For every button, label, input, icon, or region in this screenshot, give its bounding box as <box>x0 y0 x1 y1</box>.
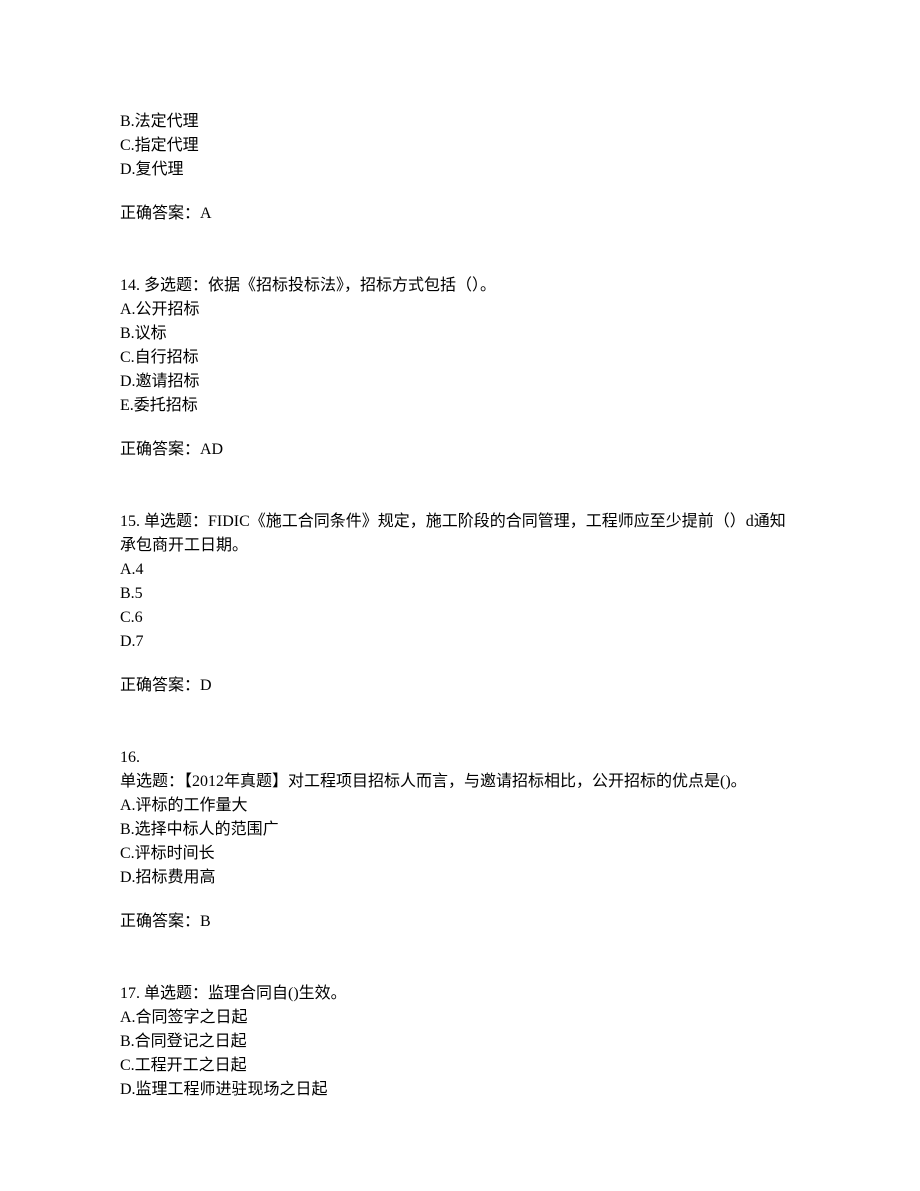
option-text: C.工程开工之日起 <box>120 1054 800 1078</box>
option-text: B.议标 <box>120 322 800 346</box>
option-text: C.评标时间长 <box>120 842 800 866</box>
option-text: B.选择中标人的范围广 <box>120 818 800 842</box>
option-text: B.5 <box>120 582 800 606</box>
option-text: D.邀请招标 <box>120 370 800 394</box>
question-number: 16. <box>120 746 800 770</box>
answer-text: 正确答案：D <box>120 674 800 698</box>
question-text: 15. 单选题：FIDIC《施工合同条件》规定，施工阶段的合同管理，工程师应至少… <box>120 510 800 558</box>
question-13-partial: B.法定代理 C.指定代理 D.复代理 正确答案：A <box>120 110 800 226</box>
option-text: B.法定代理 <box>120 110 800 134</box>
option-text: D.监理工程师进驻现场之日起 <box>120 1078 800 1102</box>
option-text: C.指定代理 <box>120 134 800 158</box>
answer-text: 正确答案：AD <box>120 438 800 462</box>
option-text: D.招标费用高 <box>120 866 800 890</box>
option-text: D.7 <box>120 630 800 654</box>
option-text: A.公开招标 <box>120 298 800 322</box>
option-text: B.合同登记之日起 <box>120 1030 800 1054</box>
question-17: 17. 单选题：监理合同自()生效。 A.合同签字之日起 B.合同登记之日起 C… <box>120 982 800 1102</box>
option-text: C.自行招标 <box>120 346 800 370</box>
question-15: 15. 单选题：FIDIC《施工合同条件》规定，施工阶段的合同管理，工程师应至少… <box>120 510 800 698</box>
option-text: A.评标的工作量大 <box>120 794 800 818</box>
answer-text: 正确答案：B <box>120 910 800 934</box>
option-text: C.6 <box>120 606 800 630</box>
question-16: 16. 单选题：【2012年真题】对工程项目招标人而言，与邀请招标相比，公开招标… <box>120 746 800 934</box>
option-text: A.4 <box>120 558 800 582</box>
question-text: 单选题：【2012年真题】对工程项目招标人而言，与邀请招标相比，公开招标的优点是… <box>120 770 800 794</box>
question-text: 17. 单选题：监理合同自()生效。 <box>120 982 800 1006</box>
option-text: D.复代理 <box>120 158 800 182</box>
option-text: A.合同签字之日起 <box>120 1006 800 1030</box>
question-text: 14. 多选题：依据《招标投标法》，招标方式包括（）。 <box>120 274 800 298</box>
question-14: 14. 多选题：依据《招标投标法》，招标方式包括（）。 A.公开招标 B.议标 … <box>120 274 800 462</box>
answer-text: 正确答案：A <box>120 202 800 226</box>
option-text: E.委托招标 <box>120 394 800 418</box>
